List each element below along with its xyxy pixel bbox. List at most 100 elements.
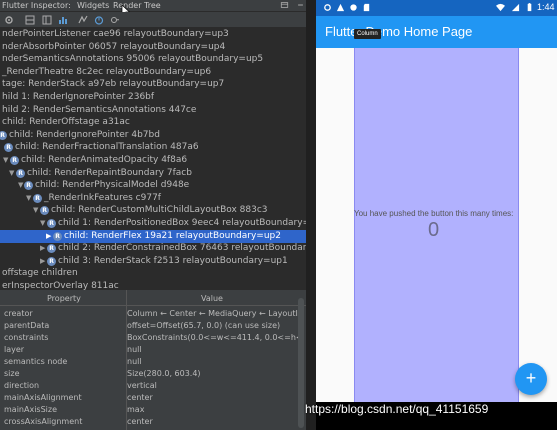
grid-icon[interactable]	[25, 15, 35, 25]
property-name: semantics node	[4, 357, 68, 366]
tree-row[interactable]: child: RenderOffstage a31ac	[0, 116, 306, 129]
repaint-icon[interactable]	[78, 15, 88, 25]
tree-row-label: erInspectorOverlay 811ac	[2, 281, 119, 290]
property-row[interactable]: creator Column ← Center ← MediaQuery ← La…	[0, 308, 306, 320]
expand-arrow-icon[interactable]: ▶	[40, 242, 45, 255]
timer-icon[interactable]	[94, 15, 104, 25]
tree-row[interactable]: ▶ Rchild 3: RenderStack f2513 relayoutBou…	[0, 255, 306, 268]
render-object-icon: R	[47, 244, 56, 254]
status-time: 1:44	[537, 2, 555, 12]
render-object-icon: R	[0, 130, 7, 140]
property-name: direction	[4, 381, 40, 390]
inspector-tab-bar: Flutter Inspector: Widgets Render Tree	[0, 0, 306, 12]
warning-icon	[336, 3, 345, 12]
tree-row[interactable]: offstage children	[0, 267, 306, 280]
property-name: layer	[4, 345, 25, 354]
tree-row-label: offstage children	[2, 268, 78, 279]
tree-row[interactable]: ▼ Rchild: RenderRepaintBoundary 7facb	[0, 167, 306, 180]
tree-row[interactable]: nderPointerListener cae96 relayoutBounda…	[0, 28, 306, 41]
tree-row[interactable]: ▼ Rchild: RenderCustomMultiChildLayoutBox…	[0, 204, 306, 217]
property-row[interactable]: size Size(280.0, 603.4)	[0, 368, 306, 380]
tree-row-label: tage: RenderStack a97eb relayoutBoundary…	[2, 79, 225, 90]
tree-row[interactable]: ▼ R _RenderInkFeatures c977f	[0, 192, 306, 205]
render-object-icon: R	[53, 231, 62, 241]
tree-row[interactable]: ▼ Rchild: RenderAnimatedOpacity 4f8a6	[0, 154, 306, 167]
column-header-value[interactable]: Value	[201, 294, 223, 303]
tree-row[interactable]: ▼ Rchild: RenderPhysicalModel d948e	[0, 179, 306, 192]
property-row[interactable]: crossAxisAlignment center	[0, 416, 306, 428]
property-name: constraints	[4, 333, 49, 342]
tree-row[interactable]: _RenderTheatre 8c2ec relayoutBoundary=up…	[0, 66, 306, 79]
column-header-property[interactable]: Property	[47, 294, 81, 303]
collapse-arrow-icon[interactable]: ▼	[9, 167, 14, 180]
increment-fab-button[interactable]: +	[515, 363, 547, 395]
expand-arrow-icon[interactable]: ▶	[40, 255, 45, 268]
tree-row[interactable]: nderAbsorbPointer 06057 relayoutBoundary…	[0, 41, 306, 54]
property-value: null	[127, 357, 142, 366]
properties-scrollbar[interactable]	[298, 298, 304, 428]
properties-header: Property Value	[0, 292, 306, 306]
layout-icon[interactable]	[42, 15, 52, 25]
signal-icon	[511, 3, 520, 12]
tree-row[interactable]: tage: RenderStack a97eb relayoutBoundary…	[0, 78, 306, 91]
collapse-arrow-icon[interactable]: ▼	[40, 217, 45, 230]
property-row[interactable]: layer null	[0, 344, 306, 356]
tree-row[interactable]: nderSemanticsAnnotations 95006 relayoutB…	[0, 53, 306, 66]
properties-table: Property Value creator Column ← Center ← …	[0, 290, 306, 430]
battery-icon	[527, 3, 532, 12]
performance-icon[interactable]	[58, 15, 68, 25]
property-value: vertical	[127, 381, 157, 390]
collapse-arrow-icon[interactable]: ▼	[26, 192, 31, 205]
wifi-icon	[496, 3, 505, 12]
pushed-count-label: You have pushed the button this many tim…	[354, 209, 514, 218]
tree-row[interactable]: ▶ Rchild 2: RenderConstrainedBox 76463 re…	[0, 242, 306, 255]
tree-row-label: child: RenderIgnorePointer 4b7bd	[9, 129, 160, 140]
tree-row-label: hild 1: RenderIgnorePointer 236bf	[2, 92, 155, 102]
property-value: offset=Offset(65.7, 0.0) (can use size)	[127, 321, 281, 330]
collapse-arrow-icon[interactable]: ▼	[33, 204, 38, 217]
expand-arrow-icon[interactable]: ▶	[46, 230, 51, 243]
settings-icon[interactable]	[280, 1, 289, 9]
property-row[interactable]: constraints BoxConstraints(0.0<=w<=411.4,…	[0, 332, 306, 344]
property-value: center	[127, 393, 153, 402]
render-object-icon: R	[10, 156, 19, 165]
tree-row-label: _RenderInkFeatures c977f	[44, 192, 161, 203]
property-row[interactable]: parentData offset=Offset(65.7, 0.0) (can …	[0, 320, 306, 332]
sd-card-icon	[363, 3, 370, 12]
watermark: https://blog.csdn.net/qq_41151659	[305, 402, 489, 416]
property-value: BoxConstraints(0.0<=w<=411.4, 0.0<=h<=	[127, 333, 303, 342]
tree-row[interactable]: hild 2: RenderSemanticsAnnotations 447ce	[0, 104, 306, 117]
gear-icon[interactable]	[4, 15, 14, 25]
window-divider	[306, 0, 316, 430]
tree-row[interactable]: Rchild: RenderFractionalTranslation 487a…	[0, 141, 306, 154]
widget-tooltip: Column	[354, 29, 381, 39]
more-options-icon[interactable]	[110, 15, 120, 25]
tree-row[interactable]: ▼ Rchild 1: RenderPositionedBox 9eec4 rel…	[0, 217, 306, 230]
property-name: creator	[4, 309, 33, 318]
property-row[interactable]: direction vertical	[0, 380, 306, 392]
tab-flutter-inspector[interactable]: Flutter Inspector:	[2, 1, 71, 10]
tree-row[interactable]: erInspectorOverlay 811ac	[0, 280, 306, 290]
collapse-arrow-icon[interactable]: ▼	[3, 154, 8, 167]
property-value: max	[127, 405, 145, 414]
tree-row-selected[interactable]: ▶ Rchild: RenderFlex 19a21 relayoutBounda…	[0, 229, 306, 243]
tree-row-label: child: RenderCustomMultiChildLayoutBox 8…	[51, 205, 268, 216]
render-object-icon: R	[47, 219, 56, 228]
render-tree: nderPointerListener cae96 relayoutBounda…	[0, 28, 306, 290]
tree-row[interactable]: hild 1: RenderIgnorePointer 236bf	[0, 91, 306, 104]
render-object-icon: R	[33, 193, 42, 203]
property-row[interactable]: mainAxisSize max	[0, 404, 306, 416]
property-name: mainAxisSize	[4, 405, 58, 414]
property-row[interactable]: mainAxisAlignment center	[0, 392, 306, 404]
tree-row-label: child: RenderAnimatedOpacity 4f8a6	[21, 155, 188, 165]
tree-row[interactable]: Rchild: RenderIgnorePointer 4b7bd	[0, 129, 306, 142]
tree-row-label: child 2: RenderConstrainedBox 76463 rela…	[58, 243, 306, 254]
render-object-icon: R	[24, 181, 33, 191]
tree-row-label: hild 2: RenderSemanticsAnnotations 447ce	[2, 104, 197, 115]
render-object-icon: R	[47, 256, 56, 266]
collapse-arrow-icon[interactable]: ▼	[18, 179, 23, 192]
minimize-icon[interactable]	[296, 1, 305, 9]
tab-widgets[interactable]: Widgets	[77, 1, 109, 10]
property-row[interactable]: semantics node null	[0, 356, 306, 368]
render-object-icon: R	[40, 206, 49, 216]
